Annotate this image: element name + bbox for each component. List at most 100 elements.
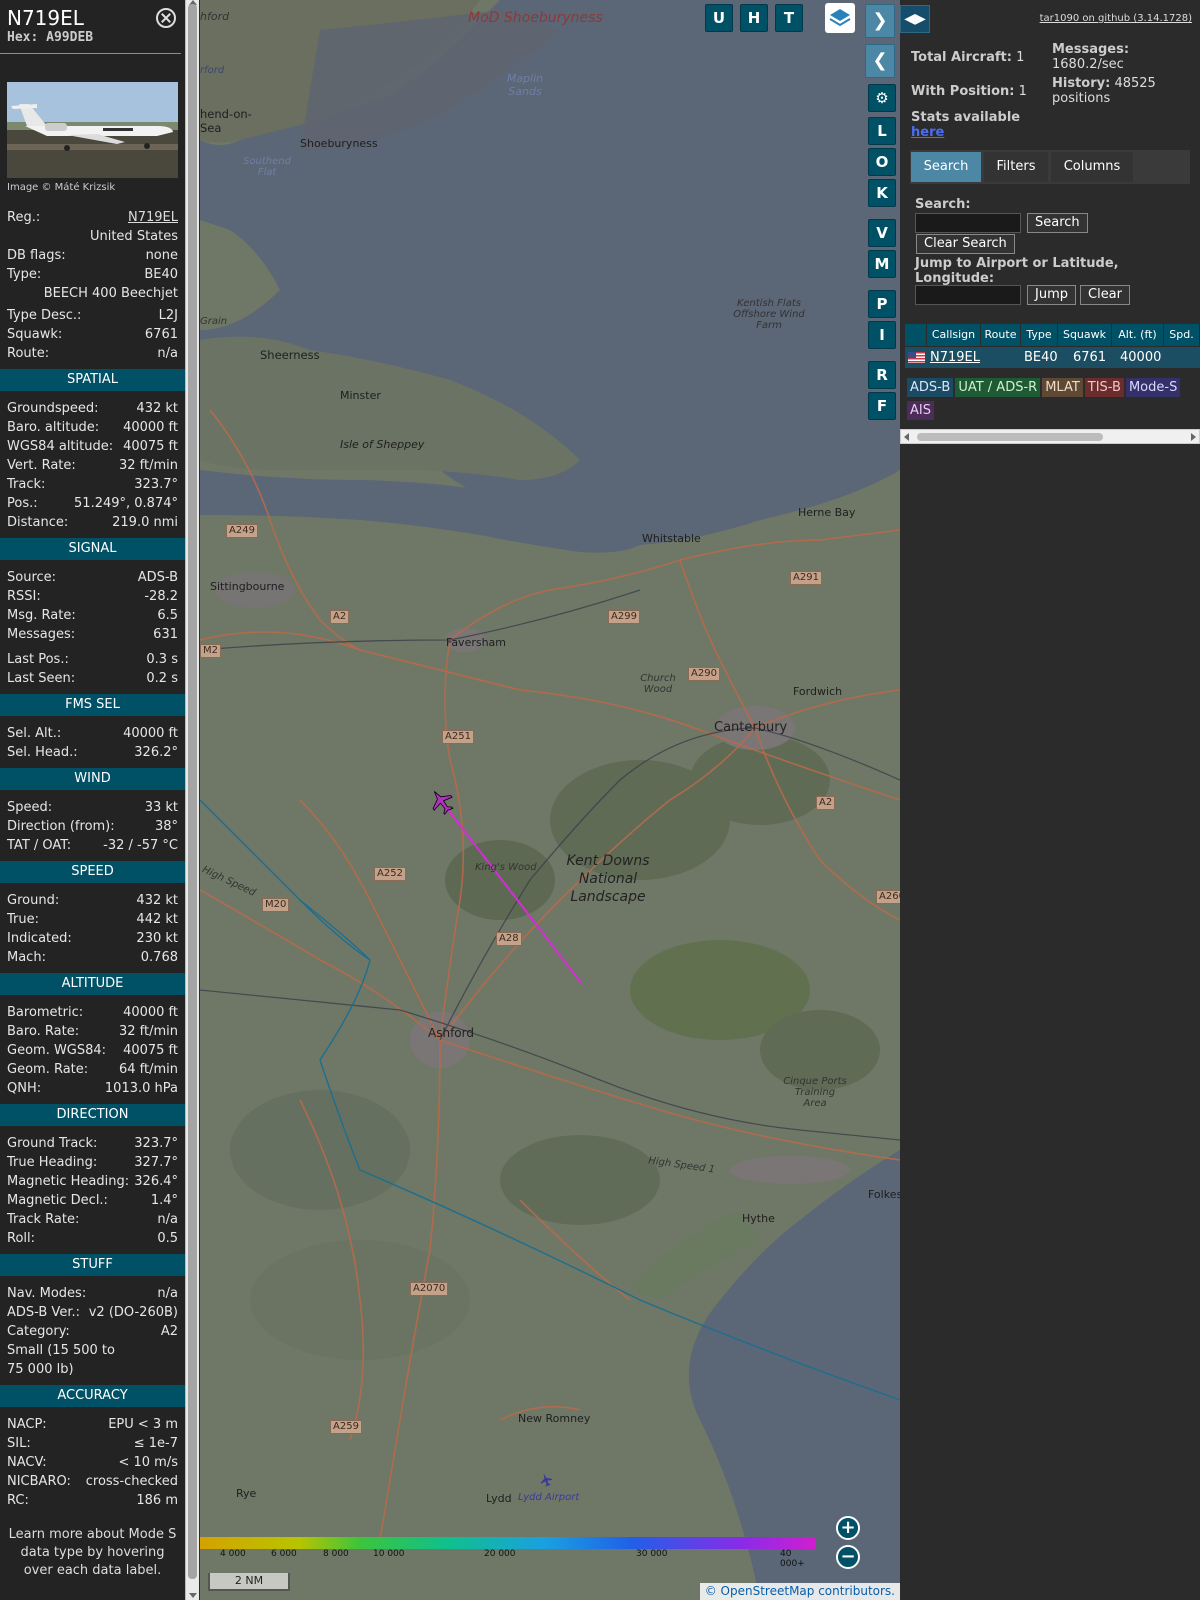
sidebar-right: ◀▶ tar1090 on github (3.14.1728) Total A… (900, 0, 1200, 1600)
col-speed[interactable]: Spd. (1164, 324, 1200, 346)
tab-columns[interactable]: Columns (1051, 152, 1133, 182)
with-position-label: With Position: (911, 84, 1015, 99)
clear-button[interactable]: Clear (1080, 285, 1130, 305)
total-aircraft-value: 1 (1016, 50, 1025, 65)
map-button-i[interactable]: I (868, 321, 896, 349)
zoom-out-minus-icon[interactable]: − (836, 1545, 860, 1569)
table-row[interactable]: N719EL BE40 6761 40000 (905, 346, 1200, 368)
panel-tabs: Search Filters Columns (910, 150, 1190, 184)
road-shield: A251 (442, 730, 474, 744)
jump-input[interactable] (915, 285, 1021, 305)
horizontal-scroll-thumb[interactable] (917, 433, 1103, 441)
col-altitude[interactable]: Alt. (ft) (1112, 324, 1164, 346)
map-button-f[interactable]: F (868, 392, 896, 420)
map-label-sittingbourne: Sittingbourne (210, 580, 285, 593)
info-row: Distance: 219.0 nmi (0, 513, 185, 532)
layers-icon[interactable] (825, 3, 855, 33)
col-flag[interactable] (905, 324, 927, 346)
map-label-kentish-flats: Kentish Flats Offshore Wind Farm (733, 298, 805, 331)
search-button[interactable]: Search (1027, 213, 1088, 233)
close-icon[interactable] (156, 8, 176, 28)
info-row: NACV: < 10 m/s (0, 1453, 185, 1472)
registration-link[interactable]: N719EL (128, 208, 178, 227)
info-row: Magnetic Heading: 326.4° (0, 1172, 185, 1191)
map-button-u[interactable]: U (705, 4, 733, 32)
info-value: -32 / -57 °C (103, 838, 178, 853)
info-label: True Heading: (7, 1155, 98, 1170)
section-title-altitude: ALTITUDE (0, 973, 185, 995)
expand-right-chevron-icon[interactable]: ❯ (865, 4, 895, 38)
table-horizontal-scrollbar[interactable] (900, 429, 1200, 444)
map-label-kent-downs: Kent Downs National Landscape (566, 853, 650, 905)
osm-attribution-link[interactable]: © OpenStreetMap contributors. (705, 1584, 895, 1598)
map-button-v[interactable]: V (868, 219, 896, 247)
info-row: True Heading: 327.7° (0, 1153, 185, 1172)
info-label: Msg. Rate: (7, 608, 76, 623)
map-label-church-wood: Church Wood (640, 673, 676, 695)
map-button-l[interactable]: L (868, 117, 896, 145)
search-input[interactable] (915, 213, 1021, 233)
map-button-h[interactable]: H (740, 4, 768, 32)
info-value: 631 (153, 627, 178, 642)
info-row: Source: ADS-B (0, 568, 185, 587)
info-row: Type Desc.: L2J (0, 306, 185, 325)
col-callsign[interactable]: Callsign (927, 324, 981, 346)
map[interactable]: MoD Shoeburyness hford Maplin Sands hend… (200, 0, 900, 1600)
info-label: DB flags: (7, 248, 66, 263)
info-label: Sel. Head.: (7, 745, 78, 760)
scroll-down-arrow-icon[interactable] (189, 1593, 197, 1598)
info-value: 40000 ft (123, 1005, 178, 1020)
settings-gear-icon[interactable]: ⚙ (868, 84, 896, 112)
version-link[interactable]: tar1090 on github (3.14.1728) (1040, 13, 1192, 24)
map-button-p[interactable]: P (868, 290, 896, 318)
section-rows: Groundspeed: 432 kt Baro. altitude: 40000 f… (0, 391, 185, 538)
collapse-left-chevron-icon[interactable]: ❮ (865, 44, 895, 78)
learn-more-text: Learn more about Mode S data type by hov… (8, 1527, 177, 1578)
hex-value: A99DEB (46, 30, 94, 45)
scroll-right-arrow-icon[interactable] (1191, 433, 1196, 441)
aircraft-table: Callsign Route Type Squawk Alt. (ft) Spd… (905, 324, 1200, 368)
map-button-t[interactable]: T (775, 4, 803, 32)
col-squawk[interactable]: Squawk (1058, 324, 1112, 346)
info-value: 1013.0 hPa (104, 1081, 178, 1096)
stats-link[interactable]: here (911, 125, 944, 140)
info-label: Squawk: (7, 327, 63, 342)
toggle-sidebar-arrows-icon[interactable]: ◀▶ (900, 5, 930, 33)
info-label: Reg.: (7, 210, 41, 225)
tab-search[interactable]: Search (911, 152, 981, 182)
info-label: WGS84 altitude: (7, 439, 114, 454)
col-route[interactable]: Route (981, 324, 1021, 346)
aircraft-photo[interactable] (7, 82, 178, 178)
info-value: BE40 (144, 267, 178, 282)
map-label-fordwich: Fordwich (793, 685, 843, 698)
jump-button[interactable]: Jump (1027, 285, 1076, 305)
info-label: QNH: (7, 1081, 42, 1096)
map-button-k[interactable]: K (868, 179, 896, 207)
road-shield: A290 (688, 667, 720, 681)
map-button-m[interactable]: M (868, 250, 896, 278)
info-row: Route: n/a (0, 344, 185, 363)
clear-search-button[interactable]: Clear Search (916, 234, 1015, 254)
map-button-r[interactable]: R (868, 361, 896, 389)
tab-filters[interactable]: Filters (984, 152, 1048, 182)
scroll-left-arrow-icon[interactable] (904, 433, 909, 441)
road-shield: A2 (330, 610, 350, 624)
zoom-in-plus-icon[interactable]: + (836, 1516, 860, 1540)
sidebar-scrollbar[interactable] (185, 0, 199, 1600)
info-subvalue: BEECH 400 Beechjet (43, 286, 178, 301)
map-button-o[interactable]: O (868, 148, 896, 176)
map-label-hford: hford (200, 10, 230, 23)
scrollbar-thumb[interactable] (188, 4, 197, 1579)
info-value: ≤ 1e-7 (133, 1436, 178, 1451)
section-title-fms-sel: FMS SEL (0, 694, 185, 716)
with-position-value: 1 (1018, 84, 1027, 99)
road-shield: A2070 (410, 1282, 449, 1296)
col-type[interactable]: Type (1021, 324, 1058, 346)
info-label: Nav. Modes: (7, 1286, 87, 1301)
map-label-maplin-sands: Maplin Sands (506, 72, 544, 98)
info-label: Groundspeed: (7, 401, 99, 416)
info-value: A2 (160, 1324, 178, 1339)
info-value: 327.7° (134, 1155, 178, 1170)
section-rows: Barometric: 40000 ft Baro. Rate: 32 ft/min G… (0, 995, 185, 1104)
row-callsign[interactable]: N719EL (930, 347, 980, 368)
